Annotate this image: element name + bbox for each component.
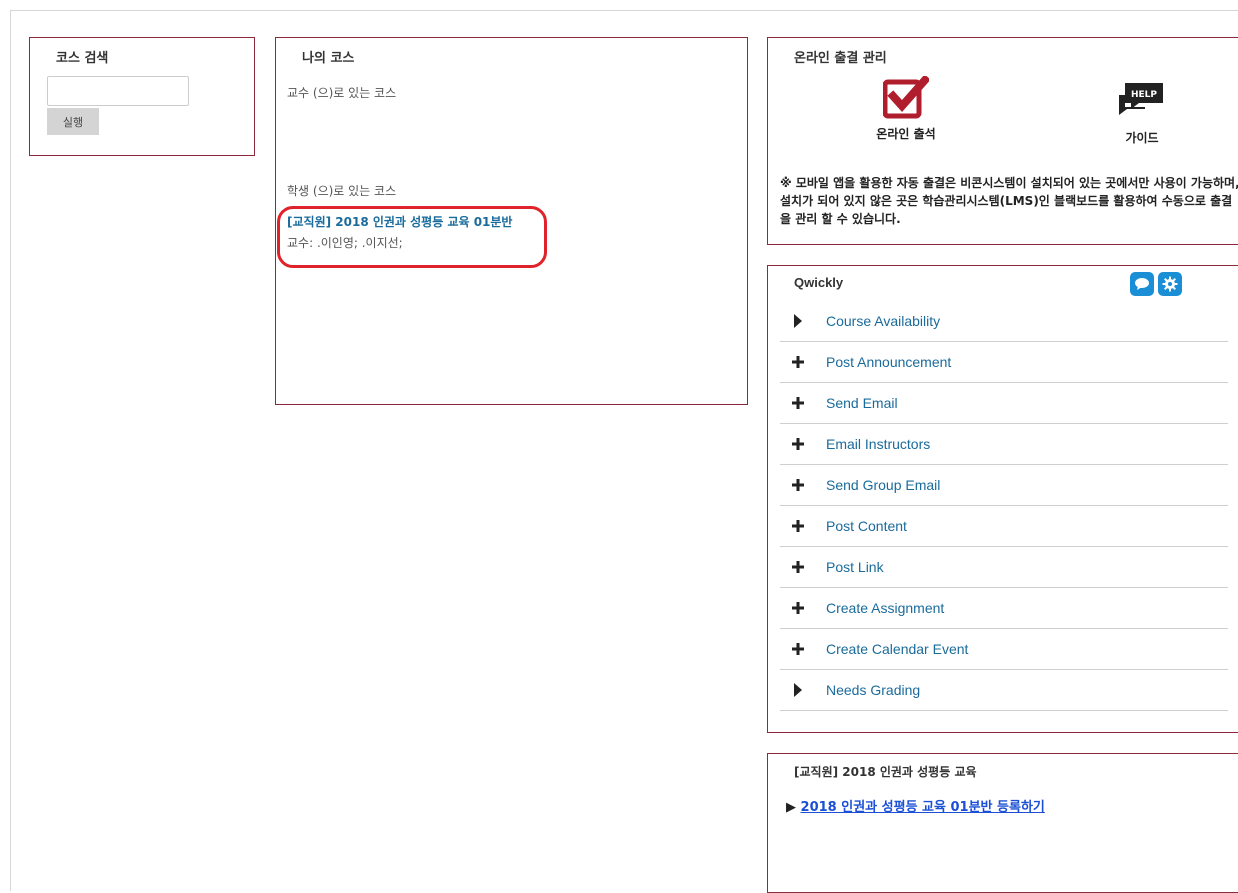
qwickly-item-create-assignment[interactable]: Create Assignment [780,588,1228,629]
qwickly-item-course-availability[interactable]: Course Availability [780,301,1228,342]
qwickly-chat-button[interactable] [1130,272,1154,296]
course-instructors: 교수: .이인영; .이지선; [287,236,403,250]
my-courses-title: 나의 코스 [302,51,355,66]
triangle-right-icon [794,314,802,328]
course-search-input[interactable] [47,76,189,106]
qwickly-item-post-link[interactable]: Post Link [780,547,1228,588]
qwickly-item-label[interactable]: Post Link [826,559,884,575]
attendance-notice: ※ 모바일 앱을 활용한 자동 출결은 비콘시스템이 설치되어 있는 곳에서만 … [780,176,1238,226]
qwickly-item-label[interactable]: Create Calendar Event [826,641,968,657]
enroll-link[interactable]: 2018 인권과 성평등 교육 01분반 등록하기 [801,800,1045,815]
qwickly-item-create-calendar-event[interactable]: Create Calendar Event [780,629,1228,670]
plus-icon [792,479,804,491]
plus-icon [792,520,804,532]
help-bubble-icon: HELP [1119,83,1163,115]
qwickly-item-label[interactable]: Email Instructors [826,436,930,452]
course-enroll-panel: [교직원] 2018 인권과 성평등 교육 ▶ 2018 인권과 성평등 교육 … [767,753,1238,893]
triangle-right-icon [794,683,802,697]
qwickly-item-needs-grading[interactable]: Needs Grading [780,670,1228,711]
qwickly-item-send-email[interactable]: Send Email [780,383,1228,424]
qwickly-item-label[interactable]: Needs Grading [826,682,920,698]
qwickly-settings-button[interactable] [1158,272,1182,296]
qwickly-item-post-content[interactable]: Post Content [780,506,1228,547]
qwickly-item-send-group-email[interactable]: Send Group Email [780,465,1228,506]
qwickly-item-email-instructors[interactable]: Email Instructors [780,424,1228,465]
enroll-line: ▶ 2018 인권과 성평등 교육 01분반 등록하기 [786,796,1045,815]
search-execute-button[interactable]: 실행 [47,108,99,135]
checkbox-check-icon [883,76,929,119]
chat-bubble-icon [1135,278,1149,290]
online-attendance-link[interactable]: 온라인 출석 [864,76,948,142]
plus-icon [792,643,804,655]
my-courses-panel: 나의 코스 교수 (으)로 있는 코스 학생 (으)로 있는 코스 [교직원] … [275,37,748,405]
qwickly-item-label[interactable]: Post Content [826,518,907,534]
online-attendance-panel: 온라인 출결 관리 온라인 출석 HELP 가이드 ※ 모바일 앱을 활용한 자… [767,37,1238,245]
plus-icon [792,602,804,614]
course-search-title: 코스 검색 [56,51,109,66]
plus-icon [792,561,804,573]
qwickly-item-label[interactable]: Send Group Email [826,477,940,493]
enroll-title: [교직원] 2018 인권과 성평등 교육 [794,765,977,779]
guide-link[interactable]: HELP 가이드 [1100,79,1184,146]
qwickly-item-label[interactable]: Create Assignment [826,600,944,616]
qwickly-item-label[interactable]: Course Availability [826,313,940,329]
plus-icon [792,356,804,368]
student-courses-heading: 학생 (으)로 있는 코스 [287,184,397,198]
instructor-courses-heading: 교수 (으)로 있는 코스 [287,86,397,100]
attendance-title: 온라인 출결 관리 [794,51,887,66]
gear-icon [1162,276,1178,292]
qwickly-item-label[interactable]: Post Announcement [826,354,951,370]
course-search-panel: 코스 검색 실행 [29,37,255,156]
plus-icon [792,438,804,450]
online-attendance-label: 온라인 출석 [876,127,936,141]
help-text: HELP [1131,90,1157,100]
bullet-triangle-icon: ▶ [786,800,801,815]
qwickly-item-label[interactable]: Send Email [826,395,898,411]
qwickly-action-list: Course Availability Post Announcement Se… [780,301,1228,711]
qwickly-title: Qwickly [794,275,844,290]
course-link[interactable]: [교직원] 2018 인권과 성평등 교육 01분반 [287,213,512,230]
guide-label: 가이드 [1125,131,1159,145]
qwickly-panel: Qwickly Course Availability Post Announc… [767,265,1238,733]
qwickly-item-post-announcement[interactable]: Post Announcement [780,342,1228,383]
plus-icon [792,397,804,409]
